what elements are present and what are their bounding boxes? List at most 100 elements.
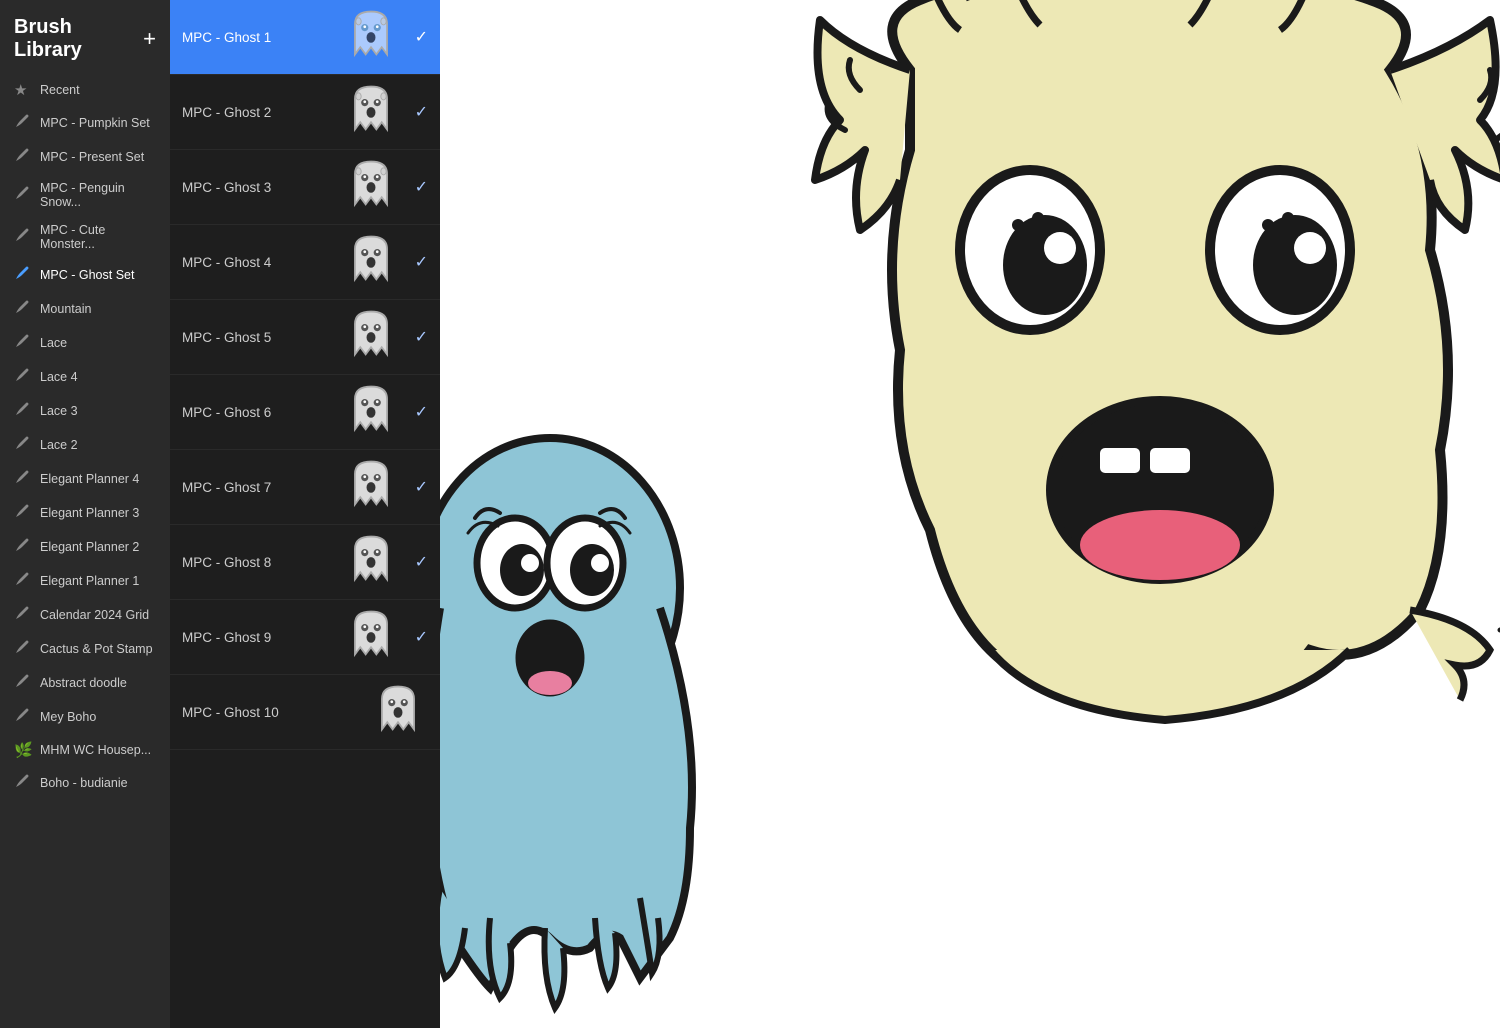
brush-thumb: [341, 607, 401, 667]
brush-thumb: [341, 7, 401, 67]
brush-icon: [14, 147, 32, 167]
sidebar-item-label: Abstract doodle: [40, 676, 127, 690]
brush-item-ghost6[interactable]: MPC - Ghost 6 ✓: [170, 375, 440, 450]
ghosts-container: [440, 0, 1500, 1028]
brush-thumb: [341, 532, 401, 592]
sidebar-item-label: Boho - budianie: [40, 776, 128, 790]
brush-thumb: [341, 307, 401, 367]
brush-item-ghost1[interactable]: MPC - Ghost 1 ✓: [170, 0, 440, 75]
brush-check-icon: ✓: [415, 327, 428, 347]
brush-item-ghost10[interactable]: MPC - Ghost 10: [170, 675, 440, 750]
sidebar-item-label: MPC - Ghost Set: [40, 268, 134, 282]
brush-icon: [14, 401, 32, 421]
brush-item-name: MPC - Ghost 2: [182, 105, 331, 120]
sidebar-item-elegant1[interactable]: Elegant Planner 1: [0, 564, 170, 598]
brush-check-icon: ✓: [415, 102, 428, 122]
brush-icon: [14, 113, 32, 133]
brush-item-ghost2[interactable]: MPC - Ghost 2 ✓: [170, 75, 440, 150]
sidebar-item-mpc-ghost[interactable]: MPC - Ghost Set: [0, 258, 170, 292]
ghost-yellow-illustration: [790, 0, 1500, 870]
brush-icon: [14, 773, 32, 793]
brush-item-name: MPC - Ghost 3: [182, 180, 331, 195]
brush-icon: 🌿: [14, 741, 32, 759]
sidebar-item-label: Lace 2: [40, 438, 78, 452]
sidebar-item-label: MHM WC Housep...: [40, 743, 151, 757]
brush-check-icon: ✓: [415, 627, 428, 647]
brush-icon: [14, 185, 32, 205]
sidebar-item-abstract[interactable]: Abstract doodle: [0, 666, 170, 700]
brush-item-ghost4[interactable]: MPC - Ghost 4 ✓: [170, 225, 440, 300]
brush-item-name: MPC - Ghost 7: [182, 480, 331, 495]
brush-thumb: [341, 232, 401, 292]
brush-check-icon: ✓: [415, 27, 428, 47]
brush-item-name: MPC - Ghost 10: [182, 705, 358, 720]
brush-item-name: MPC - Ghost 4: [182, 255, 331, 270]
sidebar-item-label: Calendar 2024 Grid: [40, 608, 149, 622]
sidebar-item-mpc-cute[interactable]: MPC - Cute Monster...: [0, 216, 170, 258]
brush-icon: [14, 227, 32, 247]
sidebar-item-elegant4[interactable]: Elegant Planner 4: [0, 462, 170, 496]
brush-thumb: [341, 157, 401, 217]
sidebar-item-label: Cactus & Pot Stamp: [40, 642, 153, 656]
sidebar-item-label: Elegant Planner 4: [40, 472, 139, 486]
sidebar-item-mpc-present[interactable]: MPC - Present Set: [0, 140, 170, 174]
brush-thumb: [341, 382, 401, 442]
brush-check-icon: ✓: [415, 402, 428, 422]
brush-icon: [14, 571, 32, 591]
brush-item-name: MPC - Ghost 9: [182, 630, 331, 645]
add-brush-set-button[interactable]: +: [143, 28, 156, 50]
sidebar-item-label: Lace 3: [40, 404, 78, 418]
sidebar-item-label: Mountain: [40, 302, 91, 316]
sidebar: Brush Library + ★Recent MPC - Pumpkin Se…: [0, 0, 170, 1028]
sidebar-item-lace[interactable]: Lace: [0, 326, 170, 360]
sidebar-item-label: Elegant Planner 1: [40, 574, 139, 588]
brush-item-ghost7[interactable]: MPC - Ghost 7 ✓: [170, 450, 440, 525]
brush-check-icon: ✓: [415, 552, 428, 572]
sidebar-item-mpc-pumpkin[interactable]: MPC - Pumpkin Set: [0, 106, 170, 140]
sidebar-item-label: Elegant Planner 2: [40, 540, 139, 554]
brush-item-ghost9[interactable]: MPC - Ghost 9 ✓: [170, 600, 440, 675]
sidebar-item-cactus[interactable]: Cactus & Pot Stamp: [0, 632, 170, 666]
sidebar-item-boho[interactable]: Boho - budianie: [0, 766, 170, 800]
sidebar-item-label: Lace: [40, 336, 67, 350]
sidebar-item-meyboho[interactable]: Mey Boho: [0, 700, 170, 734]
sidebar-item-elegant3[interactable]: Elegant Planner 3: [0, 496, 170, 530]
brush-icon: [14, 299, 32, 319]
sidebar-item-mhm[interactable]: 🌿 MHM WC Housep...: [0, 734, 170, 766]
brush-icon: [14, 265, 32, 285]
brush-item-ghost3[interactable]: MPC - Ghost 3 ✓: [170, 150, 440, 225]
brush-panel: MPC - Ghost 1 ✓MPC - Ghost 2 ✓MPC - Ghos…: [170, 0, 440, 1028]
sidebar-item-calendar[interactable]: Calendar 2024 Grid: [0, 598, 170, 632]
brush-icon: [14, 639, 32, 659]
brush-icon: [14, 333, 32, 353]
brush-icon: [14, 469, 32, 489]
brush-icon: [14, 605, 32, 625]
sidebar-item-mountain[interactable]: Mountain: [0, 292, 170, 326]
brush-item-ghost8[interactable]: MPC - Ghost 8 ✓: [170, 525, 440, 600]
sidebar-item-lace2[interactable]: Lace 2: [0, 428, 170, 462]
brush-item-name: MPC - Ghost 6: [182, 405, 331, 420]
sidebar-item-lace4[interactable]: Lace 4: [0, 360, 170, 394]
sidebar-item-mpc-penguin[interactable]: MPC - Penguin Snow...: [0, 174, 170, 216]
brush-item-name: MPC - Ghost 8: [182, 555, 331, 570]
sidebar-item-recent[interactable]: ★Recent: [0, 74, 170, 106]
canvas-content: [440, 0, 1500, 1028]
sidebar-item-lace3[interactable]: Lace 3: [0, 394, 170, 428]
sidebar-item-label: Elegant Planner 3: [40, 506, 139, 520]
sidebar-header: Brush Library +: [0, 0, 170, 74]
brush-check-icon: ✓: [415, 477, 428, 497]
brush-item-name: MPC - Ghost 1: [182, 30, 331, 45]
brush-item-ghost5[interactable]: MPC - Ghost 5 ✓: [170, 300, 440, 375]
star-icon: ★: [14, 81, 32, 99]
brush-icon: [14, 537, 32, 557]
sidebar-item-label: MPC - Cute Monster...: [40, 223, 156, 251]
brush-item-name: MPC - Ghost 5: [182, 330, 331, 345]
brush-icon: [14, 673, 32, 693]
sidebar-item-elegant2[interactable]: Elegant Planner 2: [0, 530, 170, 564]
brush-thumb: [341, 82, 401, 142]
main-canvas: [440, 0, 1500, 1028]
sidebar-list: ★Recent MPC - Pumpkin Set MPC - Present …: [0, 74, 170, 1028]
brush-icon: [14, 707, 32, 727]
brush-icon: [14, 435, 32, 455]
brush-check-icon: ✓: [415, 177, 428, 197]
